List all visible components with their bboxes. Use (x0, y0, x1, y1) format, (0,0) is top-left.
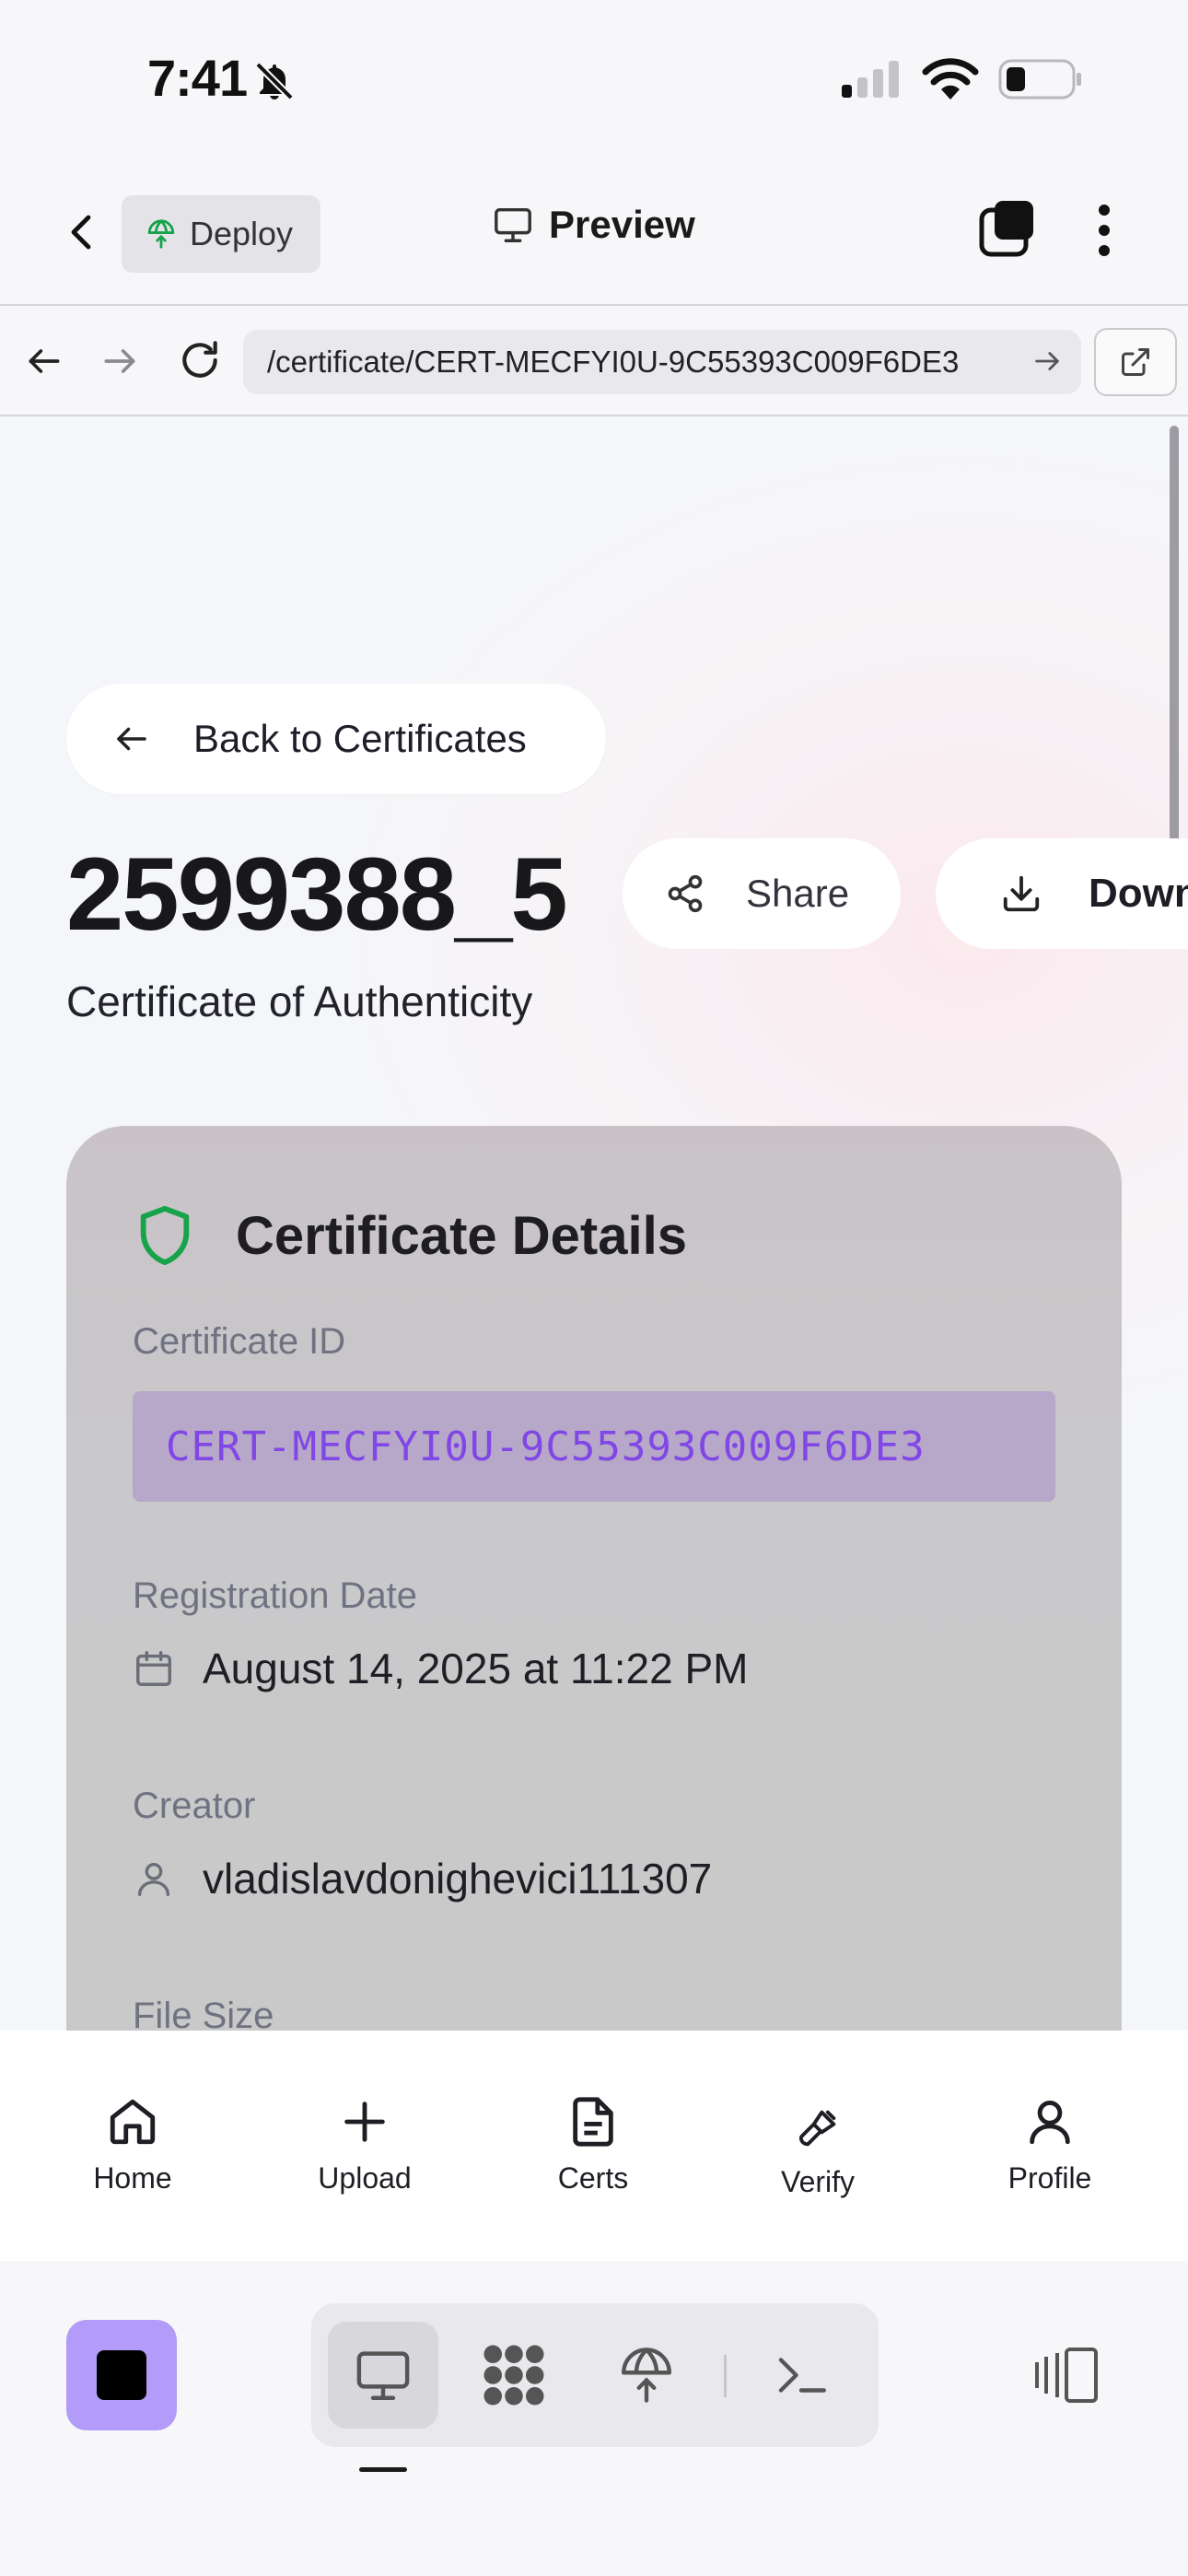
tab-upload[interactable]: Upload (273, 2095, 457, 2195)
tab-upload-label: Upload (318, 2161, 412, 2195)
url-go-arrow-icon[interactable] (1031, 345, 1063, 377)
user-icon (133, 1857, 175, 1900)
chevron-left-icon[interactable] (61, 210, 105, 254)
battery-low-icon (998, 59, 1083, 100)
back-link-label: Back to Certificates (193, 717, 527, 760)
wifi-icon (921, 57, 980, 100)
page-title: 2599388_5 (66, 837, 568, 952)
page-subtitle: Certificate of Authenticity (66, 978, 533, 1025)
arrow-left-icon[interactable] (24, 341, 64, 381)
view-switcher (311, 2303, 879, 2447)
monitor-icon (353, 2345, 413, 2406)
creator-value: vladislavdonighevici111307 (203, 1855, 713, 1903)
tab-home-label: Home (93, 2161, 172, 2195)
share-label: Share (746, 872, 850, 915)
panel-toggle-icon[interactable] (1031, 2346, 1100, 2405)
home-icon (106, 2095, 159, 2149)
plus-icon (338, 2095, 391, 2149)
globe-icon (616, 2345, 677, 2406)
brush-icon (794, 2104, 842, 2152)
preview-toolbar: Deploy Preview (0, 181, 1188, 304)
scrollbar[interactable] (1170, 426, 1179, 886)
preview-title: Preview (492, 203, 695, 247)
external-link-icon[interactable] (1094, 328, 1177, 396)
status-bar: 7:41 (0, 0, 1188, 166)
shield-icon (133, 1203, 197, 1268)
terminal-view-button[interactable] (746, 2322, 856, 2429)
url-bar: /certificate/CERT-MECFYI0U-9C55393C009F6… (0, 304, 1188, 416)
deploy-button[interactable]: Deploy (122, 195, 320, 273)
preview-label: Preview (549, 203, 695, 246)
tab-certs[interactable]: Certs (501, 2095, 685, 2195)
cellular-signal-icon (840, 61, 904, 98)
globe-upload-icon (146, 218, 177, 250)
calendar-icon (133, 1647, 175, 1690)
tab-profile[interactable]: Profile (958, 2095, 1142, 2195)
tab-home[interactable]: Home (41, 2095, 225, 2195)
tabs-icon[interactable] (978, 199, 1037, 258)
more-vertical-icon[interactable] (1092, 203, 1116, 258)
certificate-id-label: Certificate ID (133, 1321, 346, 1362)
bell-slash-icon (252, 59, 297, 103)
page-viewport: Back to Certificates 2599388_5 Share Dow… (0, 416, 1188, 2031)
back-to-certificates-button[interactable]: Back to Certificates (66, 684, 606, 794)
arrow-left-icon (112, 720, 151, 758)
deploy-view-button[interactable] (591, 2322, 702, 2429)
status-time: 7:41 (147, 49, 248, 107)
monitor-view-button[interactable] (328, 2322, 438, 2429)
grid-view-button[interactable] (459, 2322, 569, 2429)
host-bar (0, 2261, 1188, 2576)
creator-row: vladislavdonighevici111307 (133, 1854, 712, 1903)
view-divider (724, 2355, 727, 2397)
url-text: /certificate/CERT-MECFYI0U-9C55393C009F6… (267, 345, 960, 379)
tab-certs-label: Certs (557, 2161, 629, 2195)
certificate-id-value[interactable]: CERT-MECFYI0U-9C55393C009F6DE3 (133, 1391, 1055, 1502)
creator-label: Creator (133, 1786, 256, 1826)
arrow-right-icon[interactable] (99, 341, 140, 381)
dots-grid-icon (478, 2339, 550, 2411)
active-view-indicator (359, 2467, 407, 2472)
download-icon (1000, 872, 1042, 915)
tab-profile-label: Profile (1007, 2161, 1092, 2195)
app-tab-bar: Home Upload Certs Verify Profile (0, 2031, 1188, 2261)
user-icon (1023, 2095, 1077, 2149)
certificate-details-card: Certificate Details Certificate ID CERT-… (66, 1126, 1122, 2031)
reload-icon[interactable] (177, 337, 223, 383)
download-label: Down (1089, 871, 1188, 916)
file-size-label: File Size (133, 1996, 274, 2031)
card-heading-label: Certificate Details (236, 1205, 687, 1266)
deploy-label: Deploy (190, 215, 294, 252)
registration-date-value: August 14, 2025 at 11:22 PM (203, 1645, 749, 1692)
registration-date-label: Registration Date (133, 1575, 418, 1616)
stop-button[interactable] (66, 2320, 177, 2430)
download-button[interactable]: Down (936, 838, 1188, 949)
card-heading: Certificate Details (133, 1203, 687, 1268)
share-icon (665, 873, 705, 914)
document-icon (566, 2095, 620, 2149)
monitor-icon (492, 204, 534, 246)
terminal-icon (771, 2345, 832, 2406)
tab-verify-label: Verify (780, 2165, 856, 2198)
share-button[interactable]: Share (623, 838, 901, 949)
stop-icon (97, 2350, 146, 2400)
url-field[interactable]: /certificate/CERT-MECFYI0U-9C55393C009F6… (243, 330, 1081, 394)
registration-date-row: August 14, 2025 at 11:22 PM (133, 1644, 748, 1693)
tab-verify[interactable]: Verify (726, 2104, 910, 2199)
